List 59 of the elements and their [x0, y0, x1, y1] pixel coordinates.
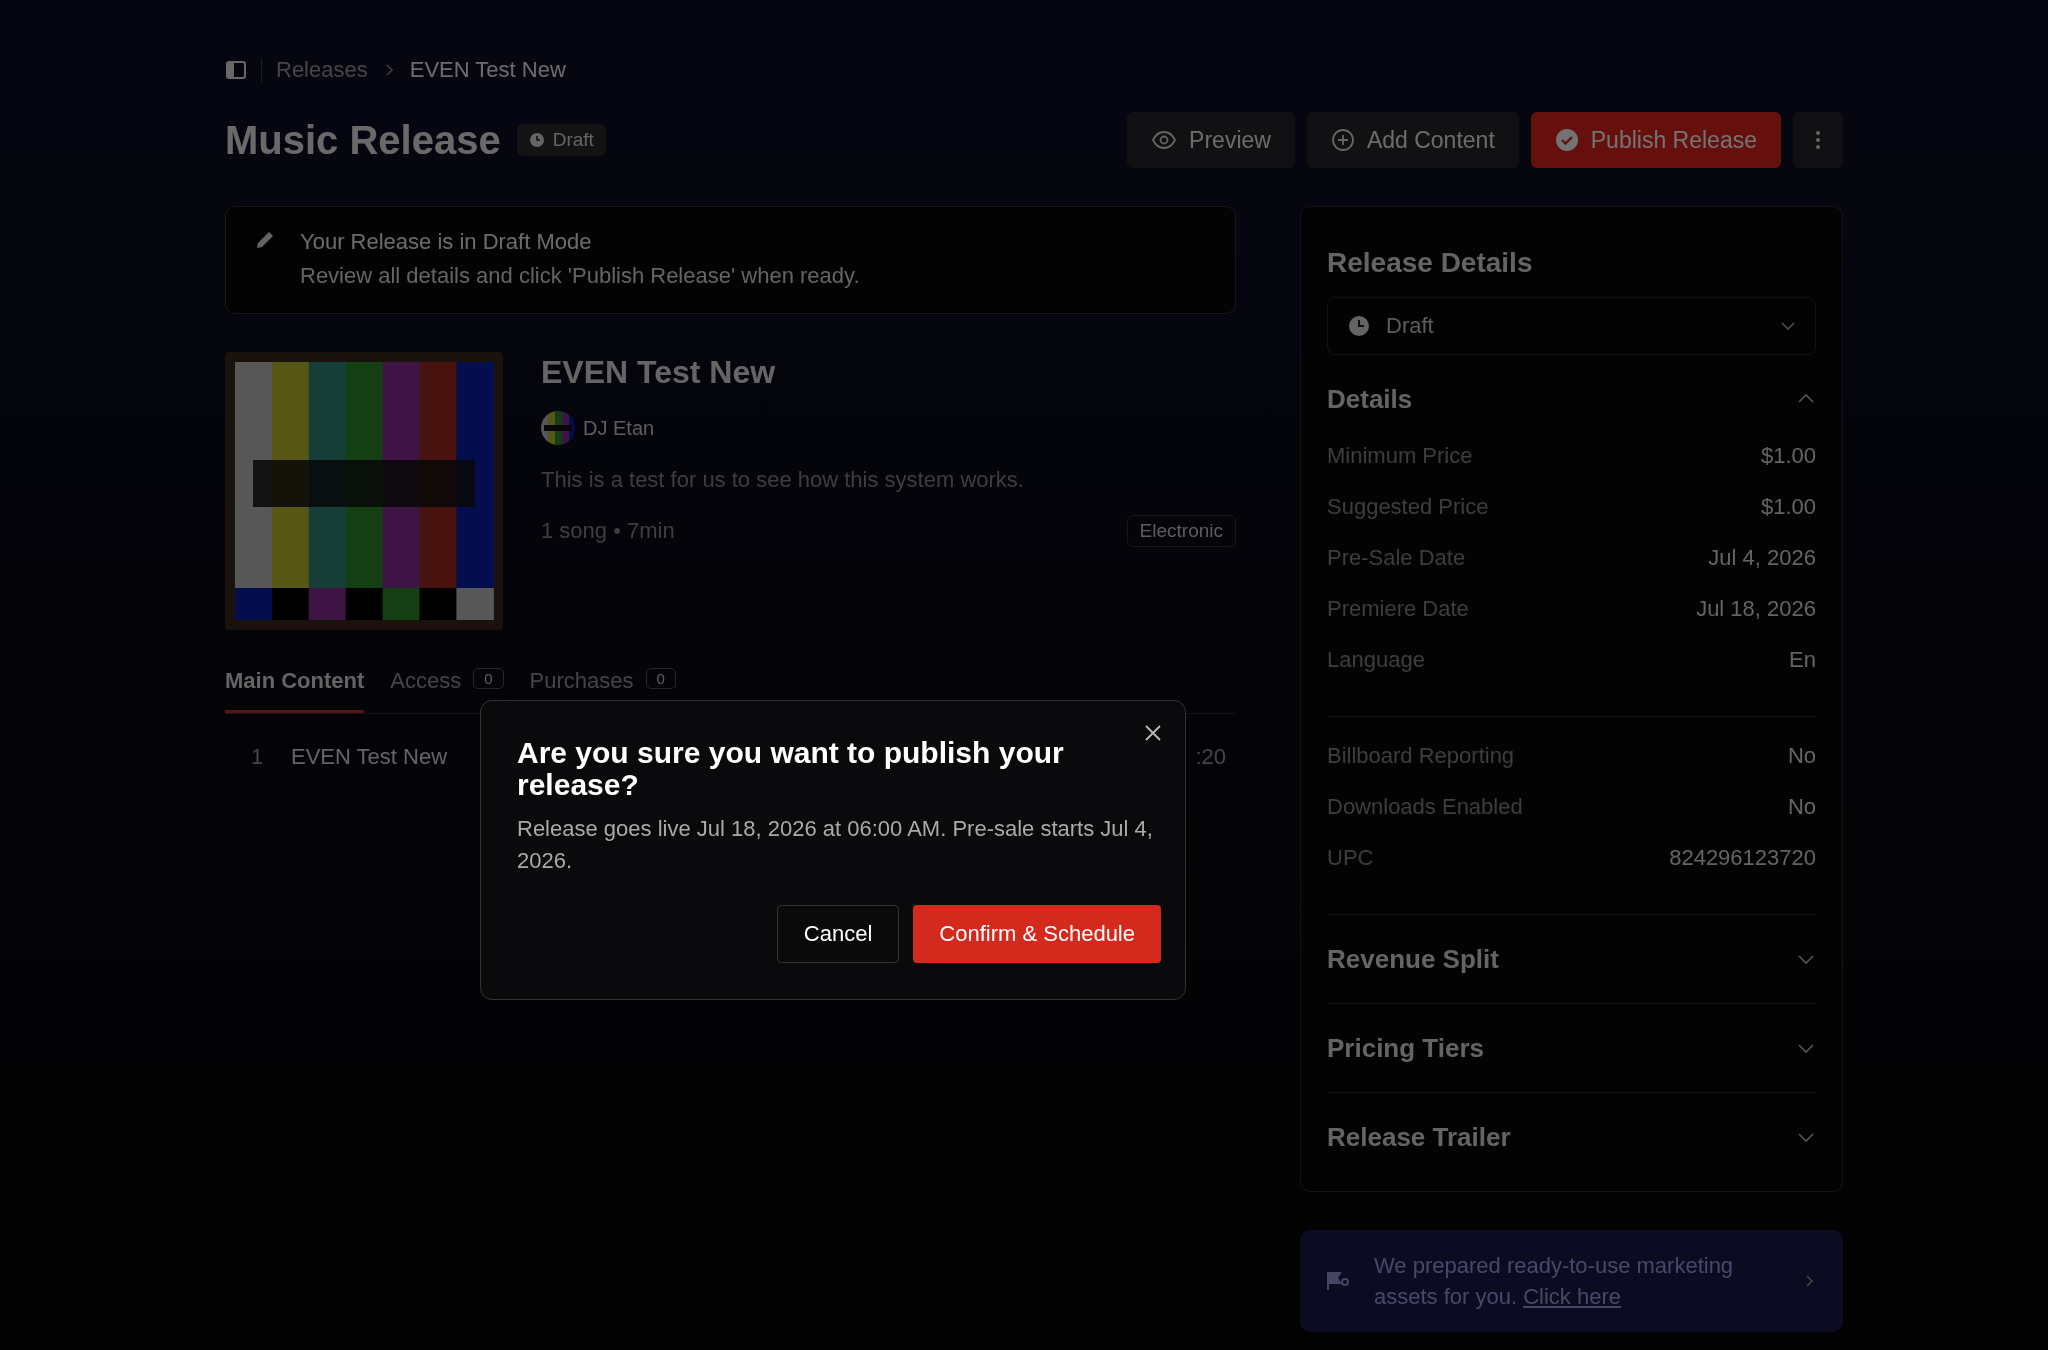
track-number: 1 [251, 744, 265, 770]
artist-avatar [541, 411, 575, 445]
close-icon [1143, 723, 1163, 743]
detail-value: 824296123720 [1669, 845, 1816, 871]
panel-title: Release Details [1327, 247, 1534, 279]
dialog-text: Release goes live Jul 18, 2026 at 06:00 AM. Pre-sale starts Jul 4, 2026. [517, 815, 1154, 875]
pencil-icon [254, 229, 276, 251]
detail-label: Suggested Price [1327, 494, 1489, 520]
section-header[interactable]: Revenue Split [1327, 915, 1816, 1003]
track-title: EVEN Test New [291, 744, 448, 770]
detail-label: Pre-Sale Date [1327, 545, 1466, 571]
genre-tag: Electronic [1126, 515, 1236, 547]
page-title: Music Release [225, 117, 501, 163]
section-header[interactable]: Details [1327, 355, 1816, 443]
detail-value: $1.00 [1760, 494, 1816, 520]
sidebar-toggle-icon[interactable] [225, 59, 247, 81]
section-header[interactable]: Pricing Tiers [1327, 1004, 1816, 1092]
release-title: EVEN Test New [541, 354, 777, 391]
clock-icon [528, 132, 545, 148]
detail-value: En [1789, 647, 1816, 673]
tab-count: 0 [473, 668, 504, 689]
notice-text: Review all details and click 'Publish Release' when ready. [300, 263, 860, 289]
detail-label: UPC [1327, 845, 1374, 871]
detail-value: $1.00 [1760, 443, 1816, 469]
tab[interactable]: Main Content [225, 668, 365, 713]
cancel-button[interactable]: Cancel [776, 905, 900, 963]
section-header[interactable]: Release Trailer [1327, 1093, 1816, 1181]
tab[interactable]: Access 0 [390, 668, 504, 713]
breadcrumb-link[interactable]: Releases [276, 57, 368, 83]
more-icon [1815, 130, 1821, 150]
breadcrumb-link[interactable]: EVEN Test New [409, 57, 566, 83]
check-circle-icon [1554, 128, 1579, 152]
notice-title: Your Release is in Draft Mode [300, 229, 593, 255]
dialog-title: Are you sure you want to publish your release? [517, 737, 1065, 801]
release-description: This is a test for us to see how this system works. [541, 467, 1025, 493]
detail-value: Jul 18, 2026 [1696, 596, 1816, 622]
status-select[interactable]: Draft [1327, 297, 1816, 355]
clock-icon [1348, 315, 1370, 337]
detail-label: Minimum Price [1327, 443, 1473, 469]
detail-value: No [1787, 794, 1816, 820]
tab[interactable]: Purchases 0 [529, 668, 676, 713]
artist-name[interactable]: DJ Etan [583, 416, 655, 440]
publish-button[interactable]: Publish Release [1530, 112, 1781, 168]
detail-label: Language [1327, 647, 1425, 673]
plus-circle-icon [1330, 128, 1355, 152]
detail-value: No [1787, 743, 1816, 769]
add-button[interactable]: Add Content [1306, 112, 1519, 168]
detail-value: Jul 4, 2026 [1708, 545, 1816, 571]
release-meta: 1 song • 7min [541, 518, 675, 544]
detail-label: Billboard Reporting [1327, 743, 1515, 769]
detail-label: Premiere Date [1327, 596, 1469, 622]
marketing-banner[interactable]: We prepared ready-to-use marketing assets for you. Click here [1300, 1230, 1843, 1332]
status-badge: Draft [516, 124, 606, 156]
banner-text: We prepared ready-to-use marketing assets for you. Click here [1374, 1252, 1735, 1311]
detail-label: Downloads Enabled [1327, 794, 1523, 820]
confirm-button[interactable]: Confirm & Schedule [913, 905, 1161, 963]
click-here-link[interactable]: Click here [1523, 1284, 1621, 1309]
tab-count: 0 [645, 668, 676, 689]
preview-button[interactable]: Preview [1127, 112, 1295, 168]
